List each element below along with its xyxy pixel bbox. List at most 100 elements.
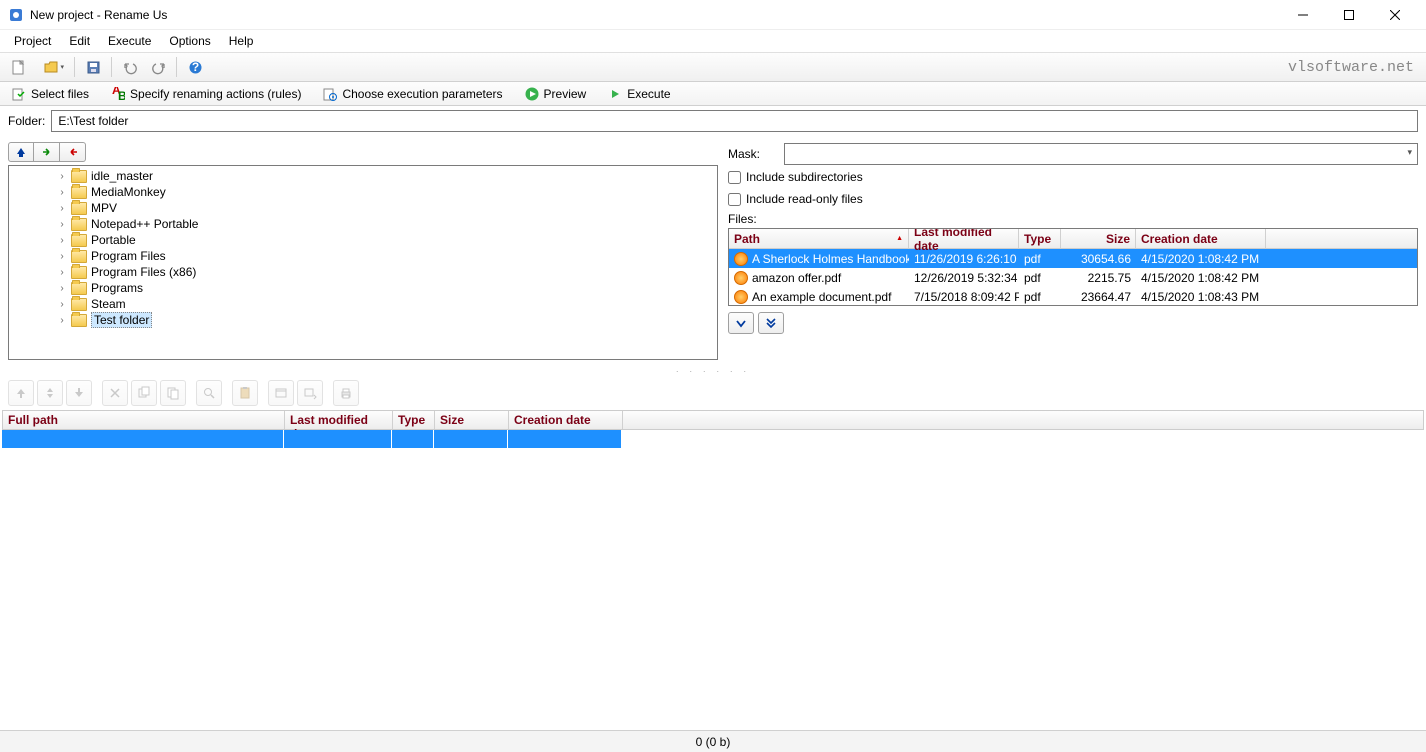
tree-item-label: Program Files [91, 249, 166, 263]
tree-item[interactable]: › Program Files [9, 248, 717, 264]
tree-item[interactable]: ›Portable [9, 232, 717, 248]
tree-item[interactable]: ›MediaMonkey [9, 184, 717, 200]
tree-item[interactable]: › idle_master [9, 168, 717, 184]
windows-button[interactable] [268, 380, 294, 406]
save-button[interactable] [81, 55, 105, 79]
expander-icon[interactable]: › [57, 203, 67, 214]
queue-col-type[interactable]: Type [393, 411, 435, 429]
svg-text:B: B [118, 89, 125, 101]
column-modified[interactable]: Last modified date [909, 229, 1019, 248]
folder-tree[interactable]: › idle_master ›MediaMonkey ›MPV ›Notepad+… [8, 165, 718, 360]
queue-col-size[interactable]: Size [435, 411, 509, 429]
blank-area [0, 448, 1426, 730]
split-handle[interactable]: · · · · · · [0, 366, 1426, 376]
tree-item-label: idle_master [91, 169, 153, 183]
step-specify-rules[interactable]: AB Specify renaming actions (rules) [105, 85, 307, 103]
expander-icon[interactable]: › [57, 315, 67, 326]
menu-options[interactable]: Options [161, 32, 218, 50]
file-creation: 4/15/2020 1:08:43 PM [1136, 289, 1266, 305]
find-button[interactable] [196, 380, 222, 406]
step-choose-params[interactable]: Choose execution parameters [317, 85, 508, 103]
queue-table[interactable]: Full path Last modified date Type Size C… [2, 410, 1424, 448]
new-project-button[interactable] [6, 55, 30, 79]
files-table-header: Path Last modified date Type Size Creati… [729, 229, 1417, 249]
folder-icon [71, 234, 87, 247]
expander-icon[interactable]: › [57, 299, 67, 310]
file-row[interactable]: amazon offer.pdf 12/26/2019 5:32:34 PM p… [729, 268, 1417, 287]
file-modified: 12/26/2019 5:32:34 PM [909, 270, 1019, 286]
folder-input[interactable] [51, 110, 1418, 132]
step-preview[interactable]: Preview [519, 85, 593, 103]
tree-item[interactable]: ›MPV [9, 200, 717, 216]
folder-label: Folder: [8, 114, 45, 128]
add-file-buttons [728, 312, 1418, 334]
menu-project[interactable]: Project [6, 32, 59, 50]
tree-item[interactable]: ›Steam [9, 296, 717, 312]
redo-button[interactable] [146, 55, 170, 79]
add-all-button[interactable] [758, 312, 784, 334]
pdf-icon [734, 290, 748, 304]
tree-item[interactable]: ›Test folder [9, 312, 717, 328]
params-icon [323, 87, 337, 101]
column-type[interactable]: Type [1019, 229, 1061, 248]
file-row[interactable]: A Sherlock Holmes Handbook.pdf 11/26/201… [729, 249, 1417, 268]
tree-toolbar [8, 142, 718, 162]
menu-edit[interactable]: Edit [61, 32, 98, 50]
tree-item[interactable]: ›Program Files (x86) [9, 264, 717, 280]
include-readonly-checkbox[interactable] [728, 193, 741, 206]
folder-icon [71, 298, 87, 311]
file-path: A Sherlock Holmes Handbook.pdf [752, 252, 909, 266]
mask-combobox[interactable] [784, 143, 1418, 165]
files-table[interactable]: Path Last modified date Type Size Creati… [728, 228, 1418, 306]
step-select-files[interactable]: Select files [6, 85, 95, 103]
expander-icon[interactable]: › [57, 267, 67, 278]
file-row[interactable]: An example document.pdf 7/15/2018 8:09:4… [729, 287, 1417, 306]
move-top-button[interactable] [8, 380, 34, 406]
menu-help[interactable]: Help [221, 32, 262, 50]
menu-execute[interactable]: Execute [100, 32, 159, 50]
queue-col-creation[interactable]: Creation date [509, 411, 623, 429]
tree-item[interactable]: ›Notepad++ Portable [9, 216, 717, 232]
remove-duplicates-button[interactable] [131, 380, 157, 406]
minimize-button[interactable] [1280, 0, 1326, 30]
tree-refresh-button[interactable] [34, 142, 60, 162]
expander-icon[interactable]: › [57, 251, 67, 262]
column-size[interactable]: Size [1061, 229, 1136, 248]
expander-icon[interactable]: › [57, 235, 67, 246]
help-button[interactable]: ? [183, 55, 207, 79]
expander-icon[interactable]: › [57, 219, 67, 230]
column-path[interactable]: Path [729, 229, 909, 248]
mask-label: Mask: [728, 147, 778, 161]
tree-undo-button[interactable] [60, 142, 86, 162]
print-button[interactable] [333, 380, 359, 406]
move-up-down-button[interactable] [37, 380, 63, 406]
step-execute[interactable]: Execute [602, 85, 676, 103]
close-button[interactable] [1372, 0, 1418, 30]
open-project-button[interactable] [34, 55, 68, 79]
remove-button[interactable] [102, 380, 128, 406]
undo-button[interactable] [118, 55, 142, 79]
copy-button[interactable] [160, 380, 186, 406]
include-subdirs-checkbox[interactable] [728, 171, 741, 184]
queue-col-fullpath[interactable]: Full path [3, 411, 285, 429]
add-single-button[interactable] [728, 312, 754, 334]
queue-col-modified[interactable]: Last modified date [285, 411, 393, 429]
folder-icon [71, 314, 87, 327]
column-creation[interactable]: Creation date [1136, 229, 1266, 248]
expander-icon[interactable]: › [57, 187, 67, 198]
file-size: 2215.75 [1061, 270, 1136, 286]
move-bottom-button[interactable] [66, 380, 92, 406]
expander-icon[interactable]: › [57, 171, 67, 182]
tree-up-button[interactable] [8, 142, 34, 162]
step-label: Specify renaming actions (rules) [130, 87, 301, 101]
include-subdirs-label: Include subdirectories [746, 170, 863, 184]
folder-row: Folder: [0, 106, 1426, 136]
step-label: Preview [544, 87, 587, 101]
tree-item[interactable]: ›Programs [9, 280, 717, 296]
windows-dropdown-button[interactable] [297, 380, 323, 406]
queue-row[interactable] [2, 430, 1424, 448]
include-readonly-label: Include read-only files [746, 192, 863, 206]
expander-icon[interactable]: › [57, 283, 67, 294]
maximize-button[interactable] [1326, 0, 1372, 30]
clipboard-button[interactable] [232, 380, 258, 406]
